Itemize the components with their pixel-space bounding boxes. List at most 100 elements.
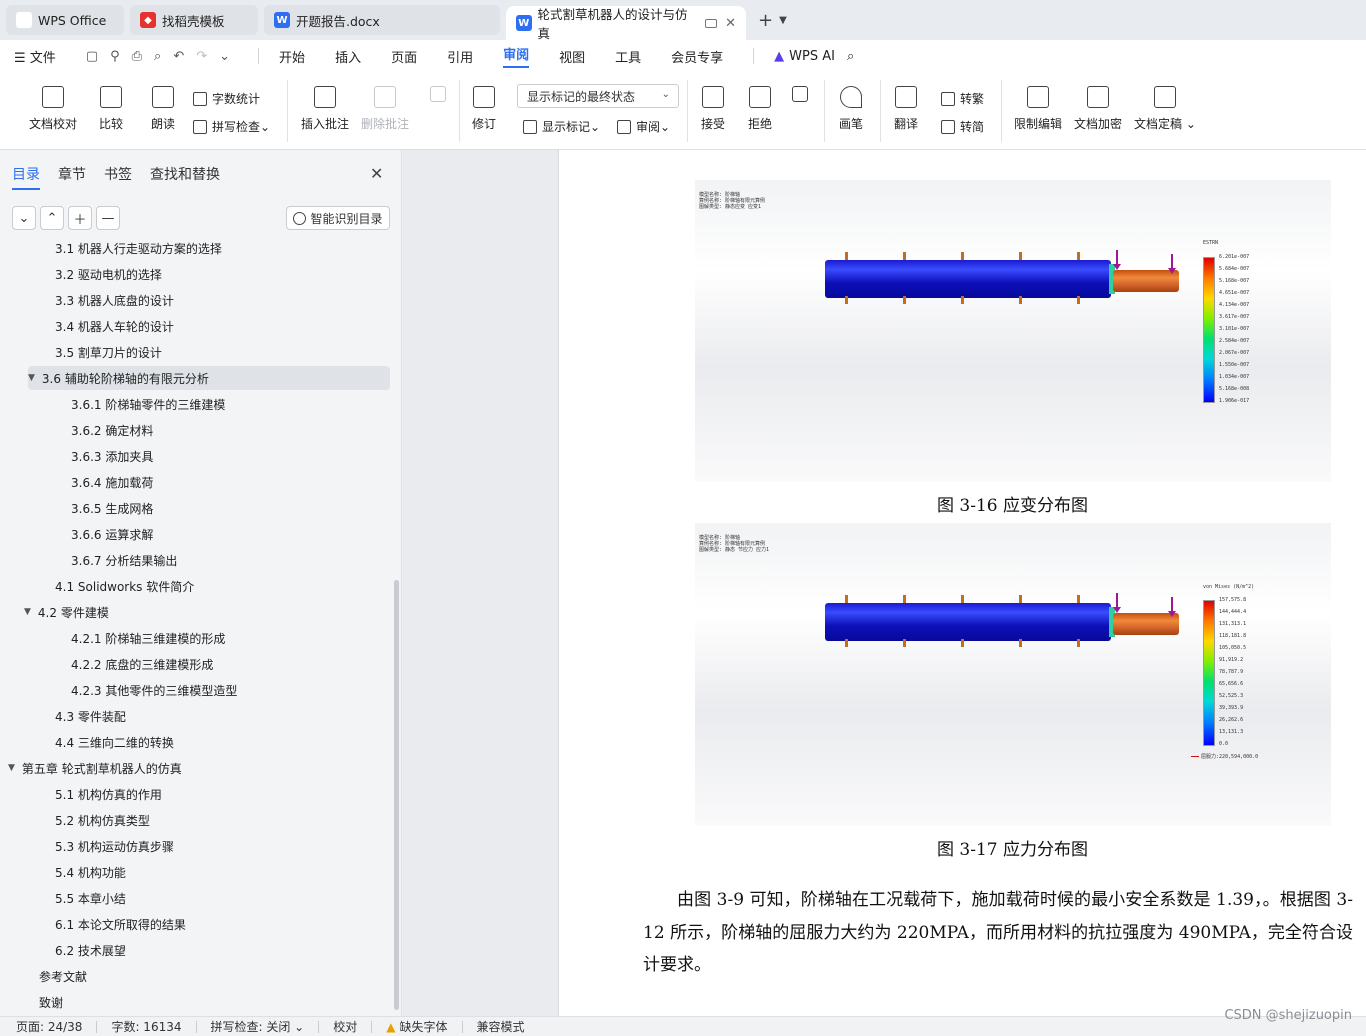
- show-markup-button[interactable]: 显示标记 ⌄: [523, 118, 600, 135]
- to-traditional-button[interactable]: 转繁: [941, 90, 984, 107]
- toc-item[interactable]: 3.5 割草刀片的设计: [55, 340, 162, 364]
- toc-item-label: 3.1 机器人行走驱动方案的选择: [55, 242, 222, 256]
- save-icon[interactable]: ▢: [86, 49, 98, 64]
- toc-item[interactable]: 致谢: [39, 990, 63, 1014]
- tab-proposal-doc[interactable]: W 开题报告.docx: [264, 5, 500, 35]
- menu-member[interactable]: 会员专享: [671, 47, 723, 66]
- fixture-pin: [1077, 639, 1080, 647]
- scrollbar[interactable]: [394, 580, 399, 1010]
- add-heading-button[interactable]: ＋: [68, 206, 92, 230]
- new-tab-icon[interactable]: +: [758, 10, 773, 31]
- redo-icon[interactable]: ↷: [196, 49, 207, 64]
- compare-button[interactable]: 比较: [99, 86, 123, 132]
- to-simplified-button[interactable]: 转简: [941, 118, 984, 135]
- toc-item[interactable]: 5.2 机构仿真类型: [55, 808, 150, 832]
- toc-item[interactable]: 4.2.1 阶梯轴三维建模的形成: [71, 626, 225, 650]
- toc-item[interactable]: 5.4 机构功能: [55, 860, 126, 884]
- share-icon[interactable]: ⚲: [110, 49, 120, 64]
- read-aloud-button[interactable]: 朗读: [151, 86, 175, 132]
- menu-wps-ai[interactable]: ▲ WPS AI: [774, 49, 835, 64]
- close-icon[interactable]: ✕: [370, 164, 383, 183]
- toc-item[interactable]: 3.6.2 确定材料: [71, 418, 153, 442]
- accept-button[interactable]: 接受: [701, 86, 725, 132]
- tab-wps-office[interactable]: W WPS Office: [6, 5, 124, 35]
- menu-home[interactable]: 开始: [279, 47, 305, 66]
- restrict-edit-button[interactable]: 限制编辑: [1014, 86, 1062, 132]
- delete-comment-button[interactable]: 删除批注: [361, 86, 409, 132]
- remove-heading-button[interactable]: —: [96, 206, 120, 230]
- toc-item[interactable]: 3.6.7 分析结果输出: [71, 548, 177, 572]
- toc-item[interactable]: 4.3 零件装配: [55, 704, 126, 728]
- tab-chapters[interactable]: 章节: [58, 164, 86, 190]
- toc-item[interactable]: 3.6.1 阶梯轴零件的三维建模: [71, 392, 225, 416]
- chevron-down-icon[interactable]: ▼: [779, 15, 787, 26]
- toc-item[interactable]: 4.2.3 其他零件的三维模型造型: [71, 678, 237, 702]
- menu-tools[interactable]: 工具: [615, 47, 641, 66]
- close-tab-icon[interactable]: ✕: [725, 16, 736, 31]
- menu-view[interactable]: 视图: [559, 47, 585, 66]
- prev-change-button[interactable]: [792, 86, 808, 109]
- toc-item[interactable]: 5.1 机构仿真的作用: [55, 782, 162, 806]
- expand-triangle-icon[interactable]: ▼: [8, 763, 15, 773]
- word-count[interactable]: 字数: 16134: [111, 1018, 181, 1035]
- print-preview-icon[interactable]: ⌕: [154, 49, 161, 64]
- toc-item[interactable]: 参考文献: [39, 964, 87, 988]
- window-icon[interactable]: [705, 18, 718, 28]
- toc-item[interactable]: 4.2.2 底盘的三维建模形成: [71, 652, 213, 676]
- toc-item[interactable]: 3.4 机器人车轮的设计: [55, 314, 174, 338]
- toc-item[interactable]: ▼ 3.6 辅助轮阶梯轴的有限元分析: [28, 366, 390, 390]
- menu-review[interactable]: 审阅: [503, 44, 530, 68]
- encrypt-button[interactable]: 文档加密: [1074, 86, 1122, 132]
- print-icon[interactable]: ⎙: [132, 49, 142, 64]
- tab-find-replace[interactable]: 查找和替换: [150, 164, 220, 190]
- smart-toc-button[interactable]: 智能识别目录: [286, 206, 390, 230]
- prev-comment-button[interactable]: [430, 86, 446, 109]
- toc-item[interactable]: 3.6.3 添加夹具: [71, 444, 153, 468]
- spell-check-button[interactable]: 拼写检查 ⌄: [193, 118, 270, 135]
- spell-check-status[interactable]: 拼写检查: 关闭 ⌄: [211, 1018, 305, 1035]
- missing-font-status[interactable]: ▲ 缺失字体: [386, 1018, 447, 1035]
- toc-item[interactable]: 4.1 Solidworks 软件简介: [55, 574, 194, 598]
- toc-item[interactable]: 6.2 技术展望: [55, 938, 126, 962]
- reject-button[interactable]: 拒绝: [748, 86, 772, 132]
- undo-icon[interactable]: ↶: [173, 49, 184, 64]
- toc-item[interactable]: 4.4 三维向二维的转换: [55, 730, 174, 754]
- finalize-button[interactable]: 文档定稿 ⌄: [1134, 86, 1196, 132]
- proof-status[interactable]: 校对: [333, 1018, 357, 1035]
- more-icon[interactable]: ⌄: [219, 49, 230, 64]
- toc-item[interactable]: 3.6.6 运算求解: [71, 522, 153, 546]
- tab-toc[interactable]: 目录: [12, 164, 40, 190]
- expand-triangle-icon[interactable]: ▼: [28, 373, 35, 383]
- menu-references[interactable]: 引用: [447, 47, 473, 66]
- tab-template[interactable]: ◆ 找稻壳模板: [130, 5, 258, 35]
- collapse-up-button[interactable]: ⌃: [40, 206, 64, 230]
- toc-item[interactable]: ▼ 第五章 轮式割草机器人的仿真: [8, 756, 182, 780]
- review-pane-button[interactable]: 审阅 ⌄: [617, 118, 670, 135]
- page-indicator[interactable]: 页面: 24/38: [16, 1018, 82, 1035]
- expand-down-button[interactable]: ⌄: [12, 206, 36, 230]
- word-count-button[interactable]: 字数统计: [193, 90, 260, 107]
- search-icon[interactable]: ⌕: [847, 49, 854, 64]
- menu-page[interactable]: 页面: [391, 47, 417, 66]
- translate-button[interactable]: 翻译: [894, 86, 918, 132]
- markup-state-select[interactable]: 显示标记的最终状态 ⌄: [517, 84, 679, 108]
- toc-item[interactable]: 3.3 机器人底盘的设计: [55, 288, 174, 312]
- toc-item[interactable]: 6.1 本论文所取得的结果: [55, 912, 186, 936]
- toc-item[interactable]: 3.6.4 施加载荷: [71, 470, 153, 494]
- expand-triangle-icon[interactable]: ▼: [24, 607, 31, 617]
- track-changes-button[interactable]: 修订: [472, 86, 496, 132]
- menu-file[interactable]: ☰ 文件: [14, 47, 56, 66]
- toc-item[interactable]: ▼ 4.2 零件建模: [24, 600, 109, 624]
- toc-item[interactable]: 5.5 本章小结: [55, 886, 126, 910]
- toc-item[interactable]: 3.1 机器人行走驱动方案的选择: [55, 242, 222, 260]
- tab-current-doc[interactable]: W 轮式割草机器人的设计与仿真 ✕: [506, 6, 746, 41]
- fixture-pin: [961, 639, 964, 647]
- toc-item[interactable]: 3.2 驱动电机的选择: [55, 262, 162, 286]
- pen-button[interactable]: 画笔: [839, 86, 863, 132]
- doc-check-button[interactable]: 文档校对: [29, 86, 77, 132]
- menu-insert[interactable]: 插入: [335, 47, 361, 66]
- toc-item[interactable]: 3.6.5 生成网格: [71, 496, 153, 520]
- tab-bookmarks[interactable]: 书签: [104, 164, 132, 190]
- toc-item[interactable]: 5.3 机构运动仿真步骤: [55, 834, 174, 858]
- insert-comment-button[interactable]: 插入批注: [301, 86, 349, 132]
